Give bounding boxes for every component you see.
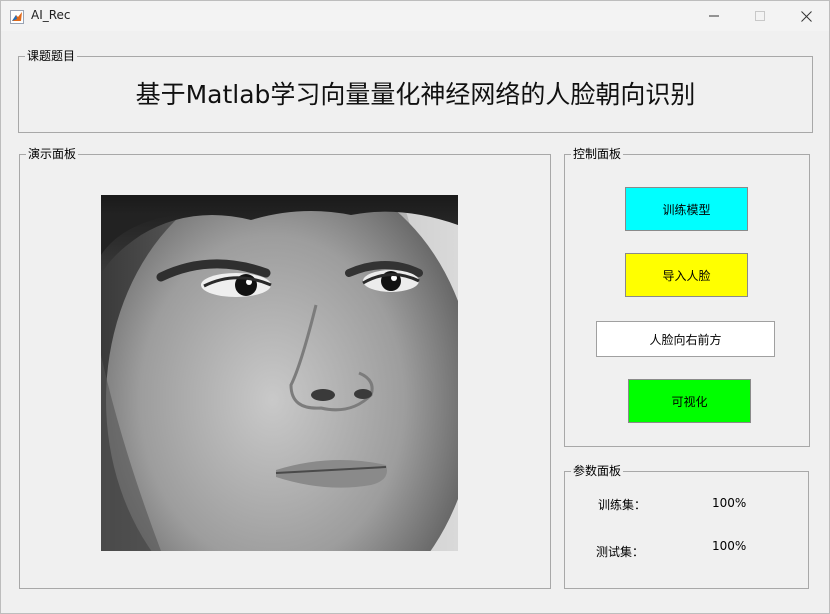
topic-panel-legend: 课题题目 (25, 49, 78, 63)
matlab-icon (10, 9, 24, 24)
test-set-value: 100% (712, 539, 747, 553)
import-face-button[interactable]: 导入人脸 (625, 253, 748, 297)
train-set-label: 训练集： (598, 498, 647, 512)
train-model-button[interactable]: 训练模型 (625, 187, 748, 231)
close-icon (800, 10, 812, 22)
app-window: AI_Rec 课题题目 基于Matlab学习向量量化神经网络的人脸朝向识别 演示… (0, 0, 830, 614)
topic-panel: 课题题目 基于Matlab学习向量量化神经网络的人脸朝向识别 (18, 49, 813, 133)
face-image (101, 195, 458, 551)
control-panel: 控制面板 训练模型 导入人脸 人脸向右前方 可视化 (564, 147, 810, 447)
title-bar: AI_Rec (1, 1, 829, 31)
result-display: 人脸向右前方 (596, 321, 775, 357)
maximize-button[interactable] (737, 1, 783, 31)
parameter-panel: 参数面板 训练集： 100% 测试集： 100% (564, 464, 809, 589)
minimize-button[interactable] (691, 1, 737, 31)
test-set-label: 测试集： (596, 545, 645, 559)
demo-panel-legend: 演示面板 (26, 147, 79, 161)
train-set-value: 100% (712, 496, 747, 510)
close-button[interactable] (783, 1, 829, 31)
demo-panel: 演示面板 (19, 147, 551, 589)
minimize-icon (709, 15, 719, 17)
page-title: 基于Matlab学习向量量化神经网络的人脸朝向识别 (135, 80, 696, 109)
parameter-panel-legend: 参数面板 (571, 464, 624, 478)
maximize-icon (755, 11, 765, 21)
control-panel-legend: 控制面板 (571, 147, 624, 161)
window-title: AI_Rec (31, 8, 71, 22)
visualize-button[interactable]: 可视化 (628, 379, 751, 423)
